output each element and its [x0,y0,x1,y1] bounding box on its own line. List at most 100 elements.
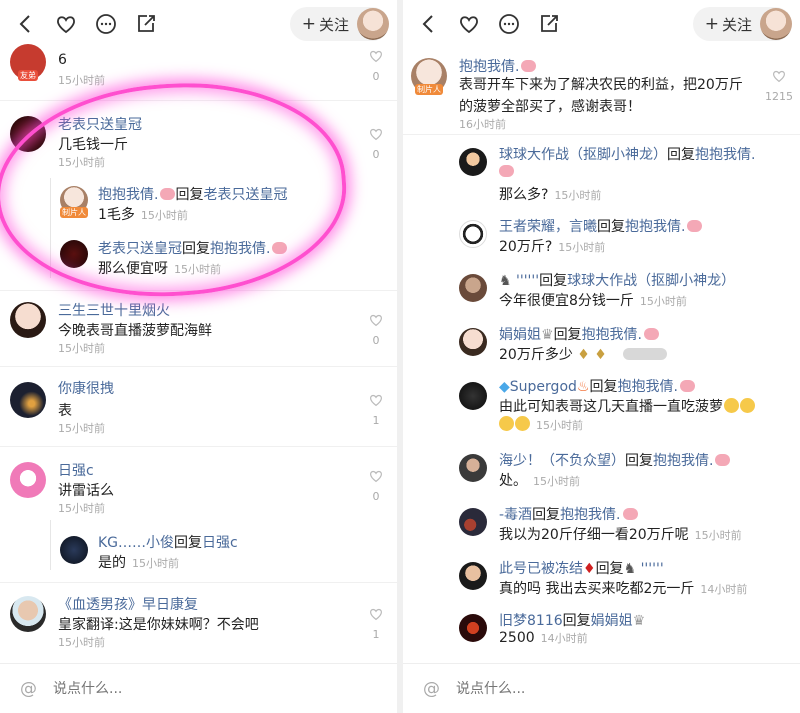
reply-username[interactable]: 抱抱我倩. [98,187,158,203]
reply-text: 我以为20斤仔细一看20万斤呢 [499,527,689,543]
reply-text: 20万斤? [499,239,553,255]
like-button[interactable]: 0 [366,468,386,503]
reply-header: 此号已被冻结♦回复♞ '''''' [499,558,664,578]
comment-username[interactable]: 老表只送皇冠 [58,114,142,134]
reply-username[interactable]: 王者荣耀，言曦 [499,219,597,235]
reply-text-line: 那么便宜呀 15小时前 [98,258,221,278]
follow-label: 关注 [318,15,349,34]
horse-emoji-icon: ♞ [623,561,641,577]
reply-target[interactable]: '''''' [641,561,664,577]
reply-time: 15小时前 [533,475,580,488]
share-icon[interactable] [529,4,569,44]
divider [0,366,397,367]
back-icon[interactable] [409,4,449,44]
reply-target[interactable]: 抱抱我倩. [582,327,642,343]
reply-username[interactable]: '''''' [516,273,539,289]
heart-icon[interactable] [449,4,489,44]
reply-target[interactable]: 抱抱我倩. [560,507,620,523]
reply-thread-line [50,178,51,278]
reply-time: 15小时前 [558,241,606,254]
reply-text: 2500 [499,630,535,646]
reply-word: 回复 [553,327,582,343]
reply-username[interactable]: 娟娟姐 [499,327,541,343]
comment-input[interactable] [53,680,303,697]
comment-username[interactable]: 三生三世十里烟火 [58,300,170,320]
reply-username[interactable]: -毒酒 [499,507,532,523]
at-mention-icon[interactable]: @ [423,679,440,699]
reply-target[interactable]: 抱抱我倩. [625,219,685,235]
follow-button[interactable]: + 关注 [692,7,792,41]
reply-time: 14小时前 [540,632,588,645]
horse-emoji-icon: ♞ [499,273,517,289]
reply-target[interactable]: 抱抱我倩. [617,379,677,395]
divider [0,290,397,291]
avatar [10,116,46,152]
reply-target[interactable]: 抱抱我倩. [695,147,755,163]
reply-target[interactable]: 抱抱我倩. [210,241,270,257]
reply-text-line: 今年很便宜8分钱一斤 15小时前 [499,290,687,310]
reply-word: 回复 [174,535,203,551]
fire-icon: ♨ [576,379,590,395]
divider [403,134,800,135]
reply-text: 由此可知表哥这几天直播一直吃菠萝 [499,399,723,415]
reply-username[interactable]: Supergod [510,379,577,395]
reply-text-line: 20万斤? 15小时前 [499,236,605,256]
avatar [459,274,487,302]
reply-target[interactable]: 娟娟姐 [591,613,633,629]
reply-time: 15小时前 [639,295,687,308]
reply-text: 今年很便宜8分钱一斤 [499,293,634,309]
screenshot-root: + 关注 友弟 6 15小时前 0 老表只送皇冠 几毛钱一斤 15小时前 0 制… [0,0,800,713]
reply-text: 真的吗 我出去买来吃都2元一斤 [499,581,695,597]
reply-target[interactable]: 球球大作战（抠脚小神龙） [567,273,735,289]
like-button[interactable]: 1 [366,392,386,427]
reply-username[interactable]: 旧梦8116 [499,613,563,629]
reply-username[interactable]: 老表只送皇冠 [98,241,182,257]
more-icon[interactable] [489,4,529,44]
avatar [10,382,46,418]
author-avatar [357,8,389,40]
pig-emoji-icon [499,165,514,177]
like-button[interactable]: 0 [366,312,386,347]
like-button[interactable]: 0 [366,126,386,161]
reply-text-line: 是的 15小时前 [98,552,179,572]
reply-target[interactable]: 抱抱我倩. [653,453,713,469]
avatar [459,148,487,176]
comment-text: 几毛钱一斤 [58,137,128,153]
reply-text: 是的 [98,555,126,571]
reply-target[interactable]: 日强c [202,535,238,551]
reply-text-line: 那么多? 15小时前 [499,184,601,204]
share-icon[interactable] [126,4,166,44]
comment-text: 6 [58,52,67,68]
comment-username[interactable]: 你康很拽 [58,378,114,398]
author-avatar [760,8,792,40]
reply-text-line [499,164,514,180]
reply-username[interactable]: 球球大作战（抠脚小神龙） [499,147,667,163]
reply-text-line: 真的吗 我出去买来吃都2元一斤 14小时前 [499,578,747,598]
pig-emoji-icon [687,220,703,232]
comment-username[interactable]: 《血透男孩》早日康复 [58,594,198,614]
reply-word: 回复 [539,273,568,289]
reply-username[interactable]: 此号已被冻结 [499,561,583,577]
like-button[interactable]: 0 [366,48,386,83]
back-icon[interactable] [6,4,46,44]
user-badge: 制片人 [415,84,443,95]
reply-word: 回复 [667,147,695,163]
heart-icon[interactable] [46,4,86,44]
comment-input[interactable] [456,680,706,697]
at-mention-icon[interactable]: @ [20,679,37,699]
heart-outline-icon [370,50,382,63]
comment-username[interactable]: 抱抱我倩. [459,59,519,75]
reply-username[interactable]: KG……小俊 [98,535,174,551]
more-icon[interactable] [86,4,126,44]
reply-target[interactable]: 老表只送皇冠 [203,187,287,203]
like-button[interactable]: 1 [366,606,386,641]
comment-input-bar: @ [403,663,800,713]
avatar [459,220,487,248]
reply-time: 14小时前 [700,583,748,596]
comment-username[interactable]: 日强c [58,460,94,480]
follow-button[interactable]: + 关注 [289,7,389,41]
like-button[interactable]: 1215 [765,68,793,103]
reply-username[interactable]: 海少！（不负众望） [499,453,625,469]
divider [0,100,397,101]
reply-header: ♞ ''''''回复球球大作战（抠脚小神龙） [499,270,735,290]
